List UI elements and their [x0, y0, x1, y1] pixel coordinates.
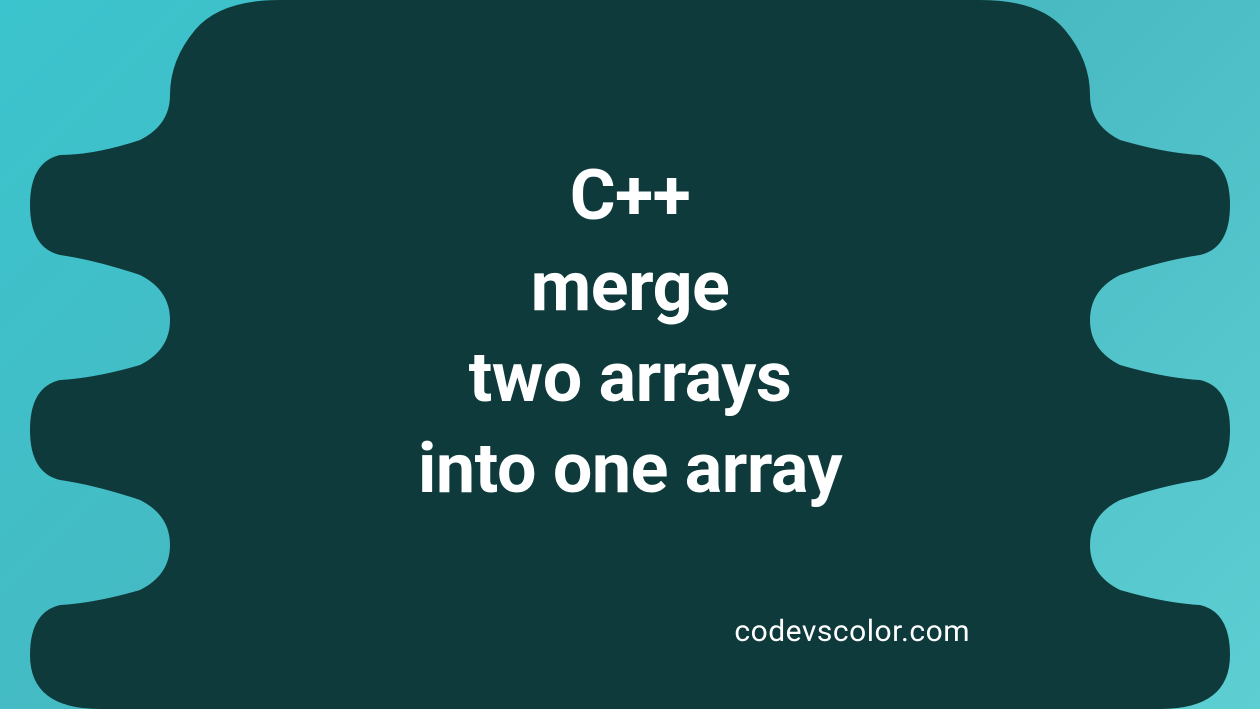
title-line-2: merge	[305, 242, 955, 333]
watermark-text: codevscolor.com	[734, 614, 970, 649]
title-line-1: C++	[305, 151, 955, 242]
title-block: C++ merge two arrays into one array	[305, 151, 955, 515]
banner-container: C++ merge two arrays into one array code…	[0, 0, 1260, 709]
title-line-3: two arrays	[305, 333, 955, 424]
title-line-4: into one array	[305, 424, 955, 515]
